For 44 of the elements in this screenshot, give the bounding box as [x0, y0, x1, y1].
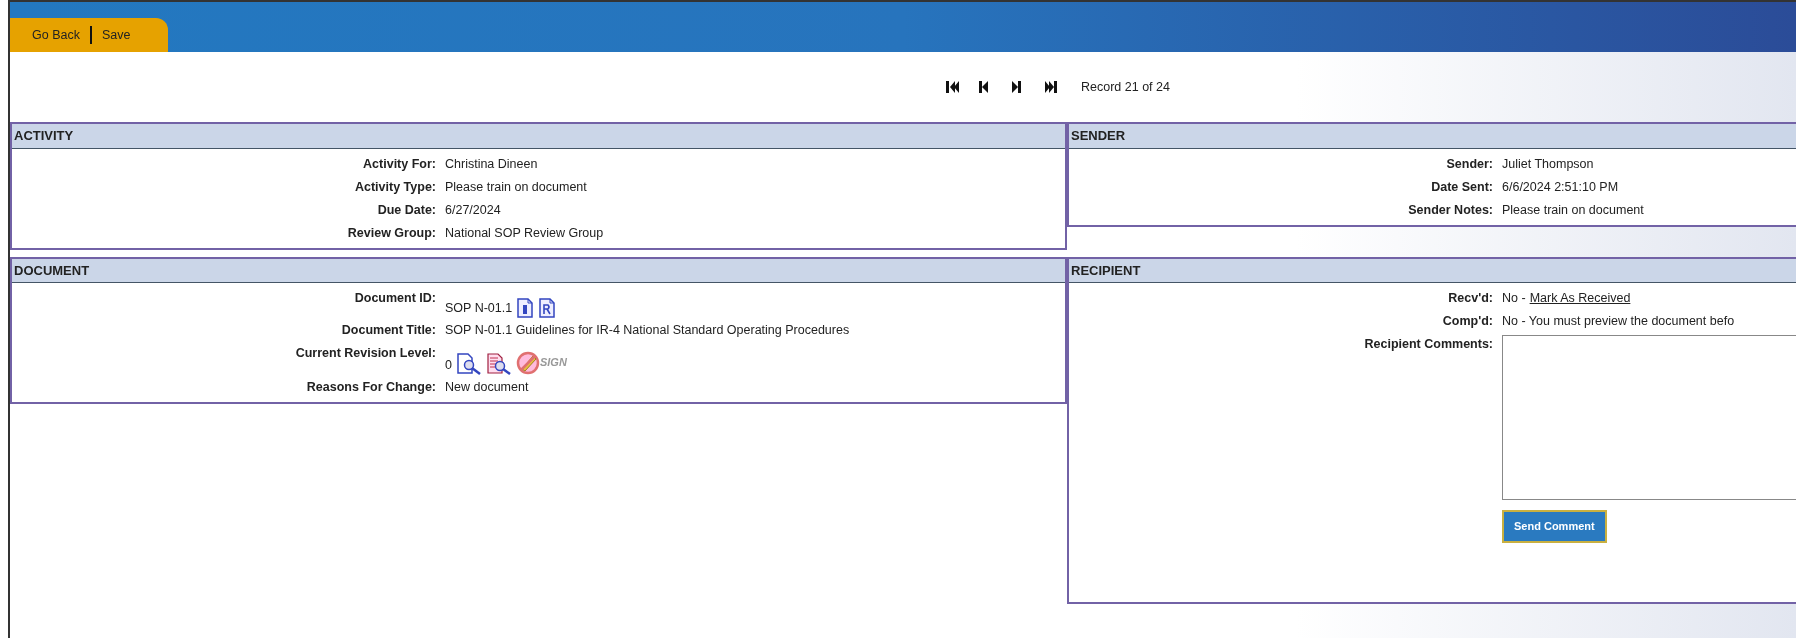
redline-preview-icon[interactable]: [485, 352, 512, 375]
field-label: Recipient Comments:: [1363, 336, 1493, 353]
field-value: Juliet Thompson: [1502, 155, 1594, 173]
field-label: Document Title:: [340, 321, 436, 339]
field-label: Sender:: [1445, 155, 1493, 173]
field-value: 6/6/2024 2:51:10 PM: [1502, 178, 1619, 196]
back-button[interactable]: Go Back: [22, 25, 90, 45]
record-counter: Record 21 of 24: [1081, 78, 1170, 96]
field-label: Document ID:: [353, 290, 436, 307]
field-value: New document: [445, 378, 529, 396]
field-value: No - You must preview the document befo: [1502, 313, 1735, 330]
field-value: Christina Dineen: [445, 155, 538, 173]
panel-header: DOCUMENT: [12, 258, 1065, 283]
first-record-icon[interactable]: [945, 80, 960, 94]
field-label: Sender Notes:: [1407, 201, 1493, 219]
last-record-icon[interactable]: [1044, 80, 1059, 94]
field-label: Activity Type:: [353, 178, 436, 196]
field-label: Review Group:: [346, 224, 436, 242]
field-value: National SOP Review Group: [445, 224, 604, 242]
no-sign-icon: [515, 350, 540, 375]
field-label: Date Sent:: [1430, 178, 1493, 196]
field-label: Activity For:: [362, 155, 436, 173]
field-value: 6/27/2024: [445, 201, 501, 219]
preview-icon[interactable]: [455, 352, 482, 375]
field-label: Reasons For Change:: [305, 378, 436, 396]
field-value: 0: [445, 356, 452, 374]
field-label: Due Date:: [376, 201, 436, 219]
field-value: Please train on document: [1502, 201, 1644, 219]
field-value: No -: [1502, 290, 1526, 307]
save-button[interactable]: Save: [91, 25, 141, 45]
mark-received-link[interactable]: Mark As Received: [1529, 289, 1631, 308]
field-value: SOP N-01.1 Guidelines for IR-4 National Standard Operating Procedures: [445, 321, 850, 339]
field-label: Recv'd:: [1447, 290, 1493, 307]
panel-header: RECIPIENT: [1069, 258, 1796, 283]
document-icon[interactable]: [538, 297, 557, 318]
panel-header: ACTIVITY: [12, 124, 1065, 149]
field-label: Comp'd:: [1441, 313, 1493, 330]
field-label: Current Revision Level:: [294, 344, 436, 362]
panel-header: SENDER: [1069, 124, 1796, 149]
send-comment-button[interactable]: Send Comment: [1502, 510, 1607, 543]
field-value: Please train on document: [445, 178, 587, 196]
comments-field[interactable]: [1502, 335, 1796, 500]
document-icon[interactable]: [516, 297, 535, 318]
field-value: SOP N-01.1: [445, 300, 513, 317]
